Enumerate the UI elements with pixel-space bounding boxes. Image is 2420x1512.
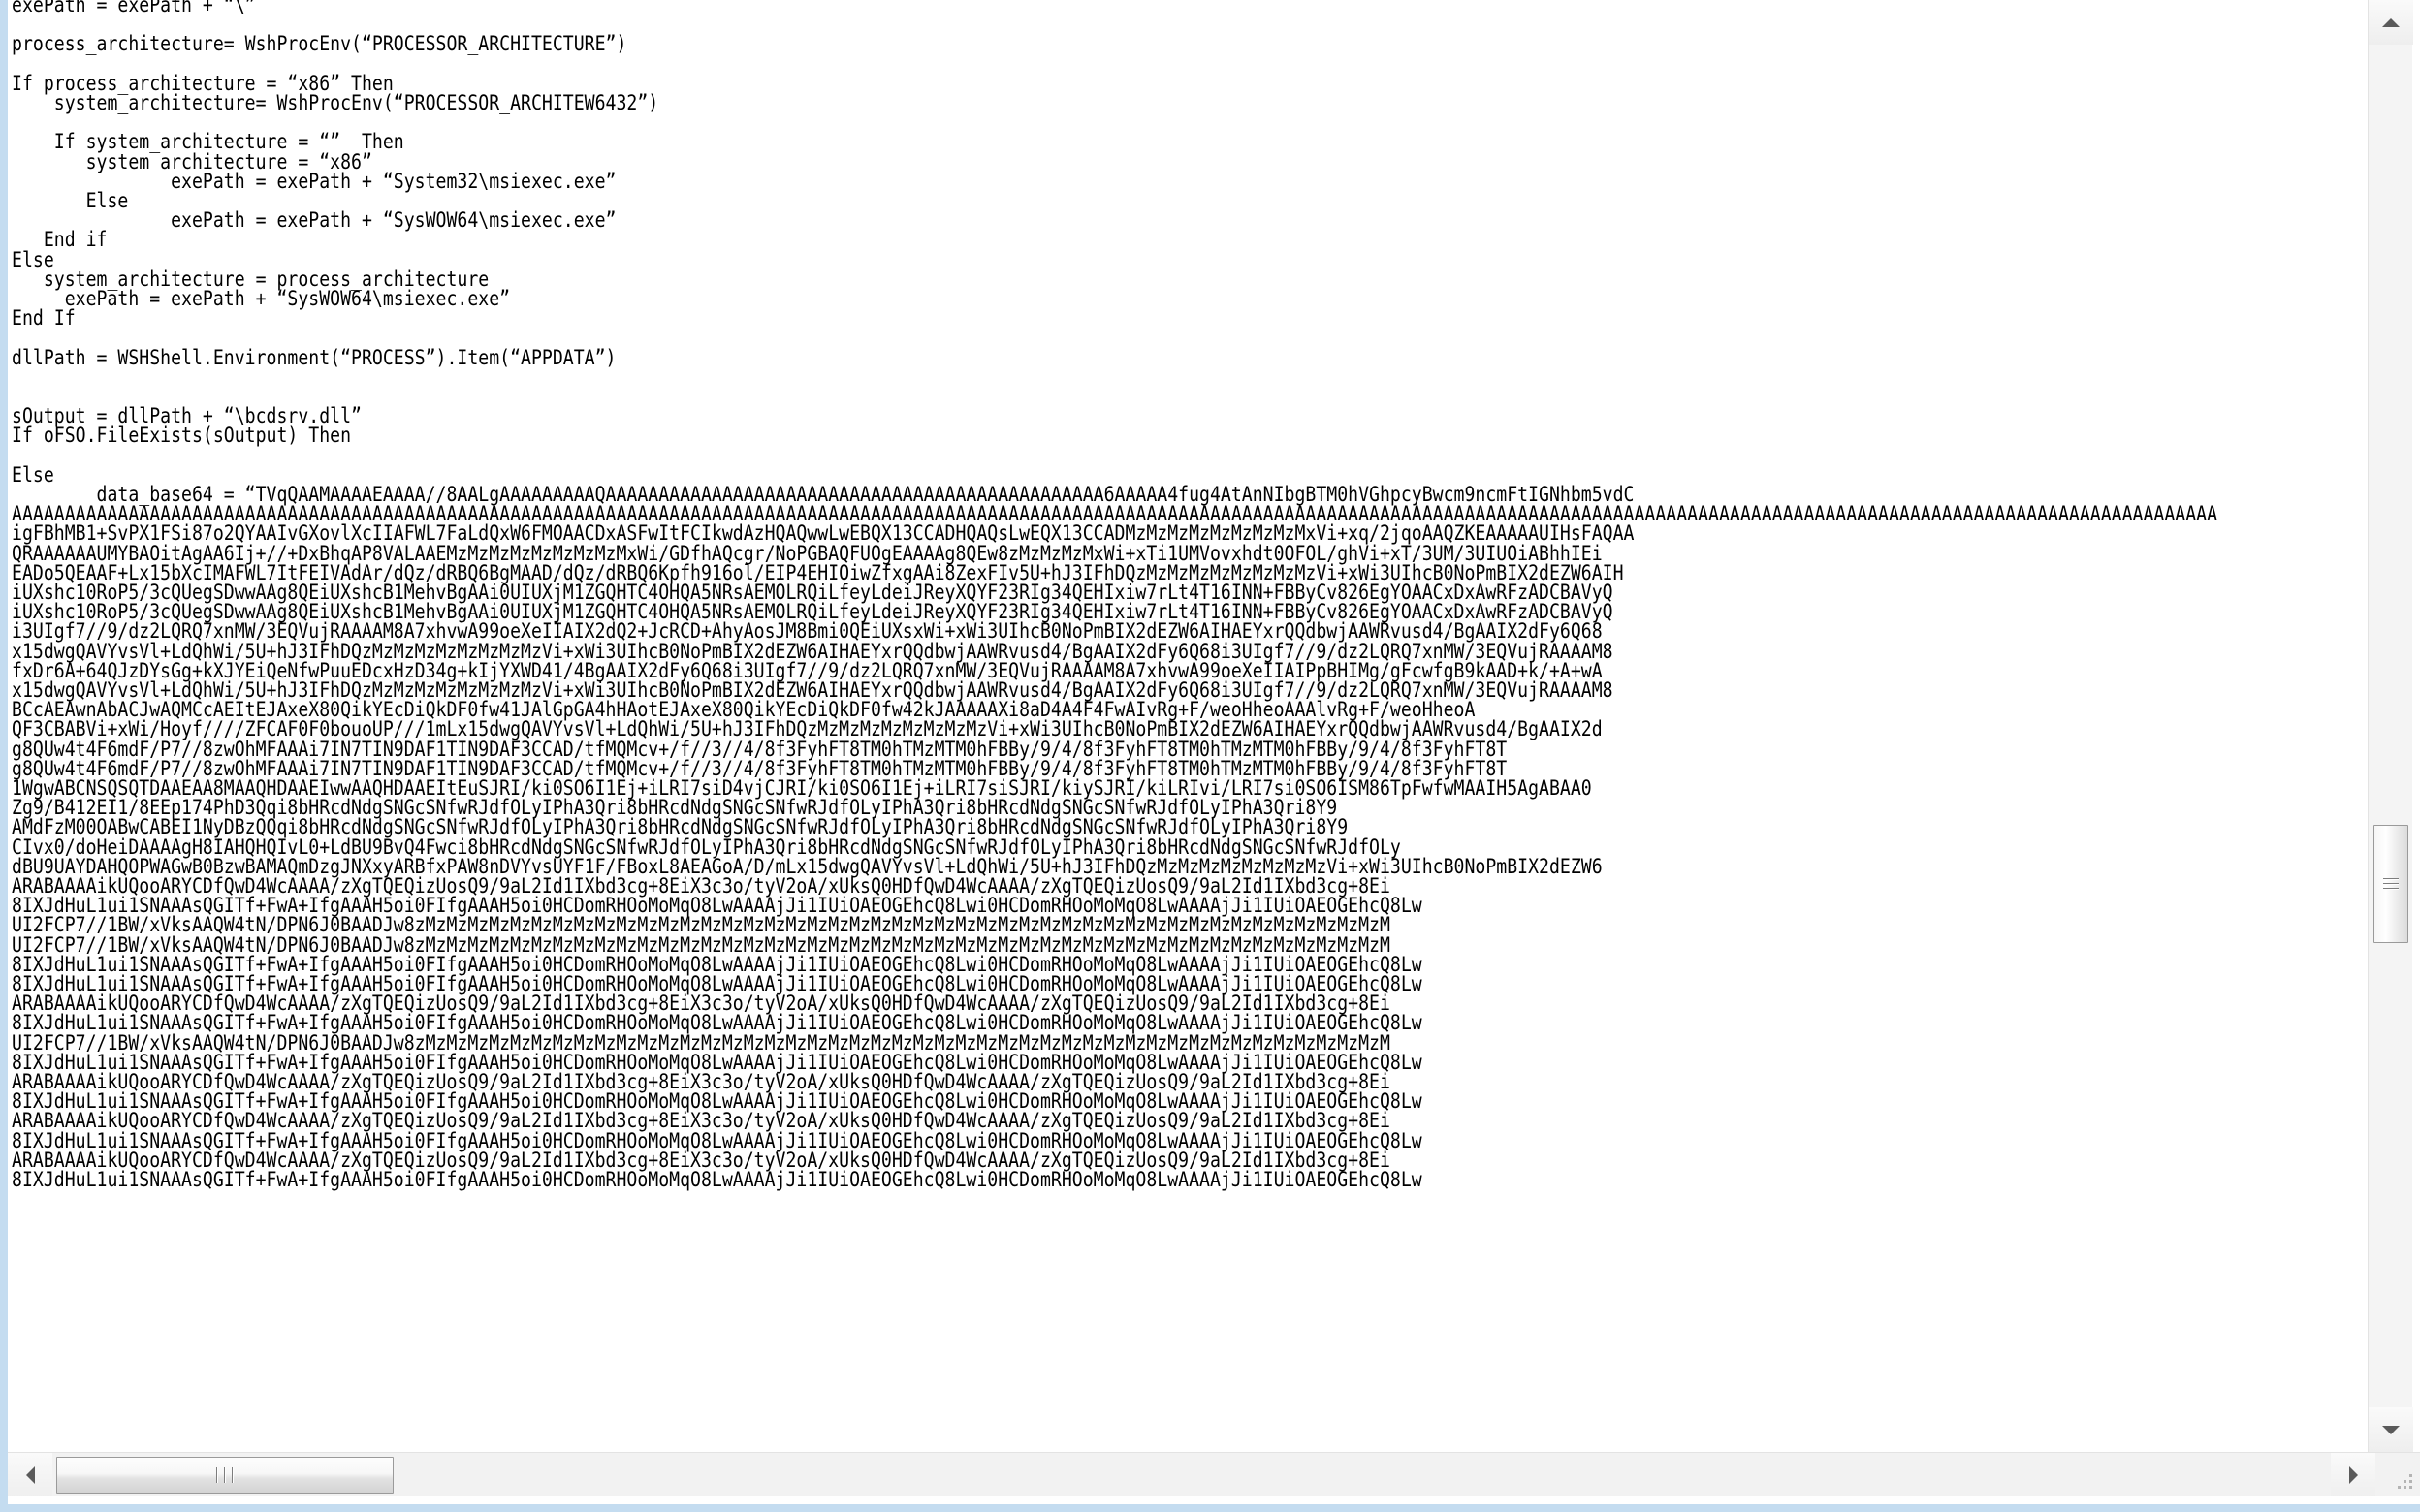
code-line: End If <box>12 306 76 331</box>
code-line: process_architecture= WshProcEnv(“PROCES… <box>12 32 627 57</box>
chevron-down-icon <box>2382 1425 2400 1434</box>
scroll-right-button[interactable] <box>2331 1453 2375 1496</box>
base64-line: 8IXJdHuL1ui1SNAAAsQGITf+FwA+IfgAAAH5oi0F… <box>12 1168 1422 1193</box>
vertical-scrollbar[interactable] <box>2368 0 2413 1452</box>
code-line: If oFSO.FileExists(sOutput) Then <box>12 424 352 449</box>
vertical-scrollbar-track[interactable] <box>2369 45 2412 1407</box>
application-window: exePath = exePath + “\” process_architect… <box>0 0 2420 1512</box>
scroll-left-button[interactable] <box>8 1453 52 1496</box>
vertical-scrollbar-thumb[interactable] <box>2373 825 2408 943</box>
horizontal-scrollbar[interactable] <box>8 1452 2420 1496</box>
editor-client-area: exePath = exePath + “\” process_architect… <box>8 0 2420 1504</box>
vertical-thumb-grip-icon <box>2383 875 2399 893</box>
scroll-down-button[interactable] <box>2369 1407 2413 1452</box>
code-line: system_architecture= WshProcEnv(“PROCESS… <box>12 90 659 115</box>
chevron-right-icon <box>2348 1465 2358 1484</box>
code-content[interactable]: exePath = exePath + “\” process_architect… <box>12 0 2217 1190</box>
horizontal-scrollbar-thumb[interactable] <box>56 1457 394 1494</box>
code-line: dllPath = WSHShell.Environment(“PROCESS”… <box>12 345 617 370</box>
code-line: exePath = exePath + “System32\msiexec.ex… <box>12 169 617 194</box>
chevron-left-icon <box>25 1465 35 1484</box>
window-resize-grip[interactable] <box>2375 1453 2420 1496</box>
code-line: exePath = exePath + “SysWOW64\msiexec.ex… <box>12 208 617 234</box>
chevron-up-icon <box>2382 17 2400 27</box>
scroll-up-button[interactable] <box>2369 0 2413 45</box>
code-line: End if <box>12 228 108 253</box>
code-line: exePath = exePath + “SysWOW64\msiexec.ex… <box>12 287 511 311</box>
horizontal-thumb-grip-icon <box>213 1467 237 1483</box>
code-line: exePath = exePath + “\” <box>12 0 256 17</box>
code-viewport[interactable]: exePath = exePath + “\” process_architect… <box>8 0 2368 1452</box>
